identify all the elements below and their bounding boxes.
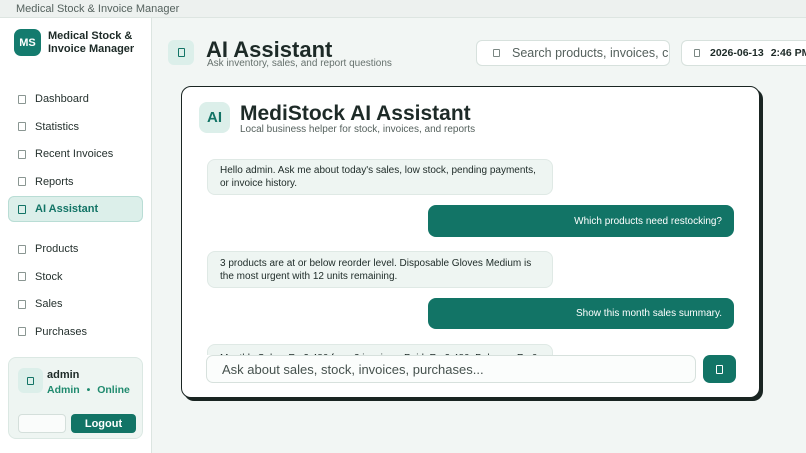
sidebar-item-stock[interactable]: Stock	[8, 264, 143, 290]
brand-name: Medical Stock & Invoice Manager	[48, 29, 135, 55]
sidebar-item-label: Products	[35, 243, 79, 255]
sidebar-item-label: Recent Invoices	[35, 148, 114, 161]
sidebar-item-sales[interactable]: Sales	[8, 291, 143, 317]
sidebar-item-products[interactable]: Products	[8, 236, 143, 262]
sidebar-item-statistics[interactable]: Statistics	[8, 114, 143, 140]
sidebar-item-label: Reports	[35, 175, 74, 188]
sidebar-item-purchases[interactable]: Purchases	[8, 319, 143, 345]
sidebar-item-label: Purchases	[35, 325, 87, 338]
assistant-icon	[177, 48, 185, 57]
purchases-icon	[18, 327, 26, 337]
logout-button[interactable]: Logout	[71, 414, 136, 433]
assistant-message: Hello admin. Ask me about today's sales,…	[207, 159, 553, 195]
assistant-title: MediStock AI Assistant	[240, 102, 471, 125]
search-box	[476, 40, 670, 66]
stock-icon	[18, 272, 26, 282]
send-icon	[716, 364, 723, 374]
status-badge: Online	[97, 384, 130, 396]
current-time: 2:46 PM	[770, 47, 806, 59]
sidebar-item-label: Statistics	[35, 120, 80, 133]
chat-input[interactable]	[206, 355, 696, 383]
user-card: admin Admin • Online Logout	[8, 357, 143, 439]
user-role-status: Admin • Online	[47, 384, 130, 396]
assistant-subtitle: Local business helper for stock, invoice…	[240, 124, 476, 135]
sidebar-item-label: Dashboard	[35, 93, 89, 105]
window-title: Medical Stock & Invoice Manager	[0, 0, 806, 18]
search-input[interactable]	[512, 46, 669, 60]
invoice-icon	[18, 149, 26, 159]
page-subtitle: Ask inventory, sales, and report questio…	[207, 58, 392, 69]
brand: MS Medical Stock & Invoice Manager	[14, 29, 162, 56]
send-button[interactable]	[703, 355, 736, 383]
user-name: admin	[47, 369, 80, 381]
current-date: 2026-06-13	[710, 47, 764, 59]
statistics-icon	[18, 122, 26, 132]
user-message: Show this month sales summary.	[428, 298, 734, 329]
secondary-nav: Products Stock Sales Purchases	[8, 236, 143, 346]
calendar-icon	[694, 49, 700, 57]
page-icon	[168, 40, 194, 65]
user-role: Admin	[47, 384, 80, 396]
assistant-message: 3 products are at or below reorder level…	[207, 251, 553, 288]
user-message: Which products need restocking?	[428, 205, 734, 237]
assistant-message: Monthly Sales: Rs 2,480 from 3 invoices.…	[207, 344, 553, 355]
products-icon	[18, 244, 26, 254]
theme-toggle[interactable]	[18, 414, 66, 433]
sidebar-item-ai-assistant[interactable]: AI Assistant	[8, 196, 143, 223]
status-separator: •	[86, 384, 91, 396]
sidebar-item-reports[interactable]: Reports	[8, 169, 143, 195]
user-icon	[27, 376, 34, 385]
brand-logo: MS	[14, 29, 41, 56]
assistant-icon	[18, 204, 26, 214]
search-icon	[493, 49, 500, 57]
date-time-display: 2026-06-13 2:46 PM	[681, 40, 806, 66]
sidebar-item-recent-invoices[interactable]: Recent Invoices	[8, 141, 143, 167]
sidebar-item-label: Sales	[35, 298, 63, 311]
sidebar-item-label: Stock	[35, 270, 63, 283]
sidebar: MS Medical Stock & Invoice Manager Dashb…	[0, 18, 152, 453]
primary-nav: Dashboard Statistics Recent Invoices Rep…	[8, 86, 143, 224]
assistant-logo: AI	[199, 102, 230, 133]
sidebar-item-label: AI Assistant	[35, 203, 99, 216]
dashboard-icon	[18, 94, 26, 104]
sales-icon	[18, 299, 26, 309]
assistant-panel: AI MediStock AI Assistant Local business…	[181, 86, 760, 398]
sidebar-item-dashboard[interactable]: Dashboard	[8, 86, 143, 112]
avatar	[18, 368, 43, 393]
chat-history[interactable]: Hello admin. Ask me about today's sales,…	[206, 157, 736, 355]
reports-icon	[18, 177, 26, 187]
